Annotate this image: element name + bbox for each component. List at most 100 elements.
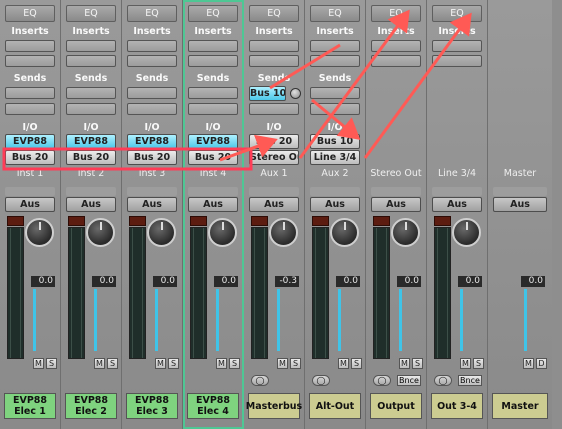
pan-knob[interactable] [452, 218, 481, 247]
send-slot[interactable] [5, 103, 55, 115]
mute-button[interactable]: M [399, 358, 410, 369]
group-slot[interactable] [66, 187, 116, 196]
dim-button[interactable]: D [536, 358, 547, 369]
send-slot[interactable] [127, 87, 177, 99]
stereo-link-icon[interactable]: ◯ [434, 375, 452, 386]
send-bus-button[interactable]: Bus 10 [249, 86, 286, 101]
insert-slot[interactable] [310, 40, 360, 52]
input-button[interactable]: Bus 20 [249, 134, 299, 149]
send-slot[interactable] [5, 87, 55, 99]
channel-name[interactable]: Master [492, 393, 548, 419]
volume-fader[interactable] [94, 289, 97, 351]
group-slot[interactable] [432, 187, 482, 196]
clip-indicator[interactable] [251, 216, 268, 226]
volume-fader[interactable] [33, 289, 36, 351]
volume-fader[interactable] [524, 289, 527, 351]
insert-slot[interactable] [249, 40, 299, 52]
group-slot[interactable] [371, 187, 421, 196]
volume-fader[interactable] [277, 289, 280, 351]
volume-display[interactable]: 0.0 [336, 276, 360, 287]
channel-name[interactable]: Alt-Out [309, 393, 361, 419]
pan-knob[interactable] [391, 218, 420, 247]
insert-slot[interactable] [432, 55, 482, 67]
send-slot[interactable] [310, 87, 360, 99]
solo-button[interactable]: S [412, 358, 423, 369]
automation-button[interactable]: Aus [371, 197, 421, 212]
volume-fader[interactable] [399, 289, 402, 351]
volume-display[interactable]: 0.0 [153, 276, 177, 287]
group-slot[interactable] [5, 187, 55, 196]
pan-knob[interactable] [269, 218, 298, 247]
insert-slot[interactable] [432, 40, 482, 52]
eq-button[interactable]: EQ [310, 5, 360, 22]
eq-button[interactable]: EQ [249, 5, 299, 22]
volume-fader[interactable] [338, 289, 341, 351]
automation-button[interactable]: Aus [432, 197, 482, 212]
send-slot[interactable] [249, 103, 299, 115]
mute-button[interactable]: M [33, 358, 44, 369]
group-slot[interactable] [310, 187, 360, 196]
automation-button[interactable]: Aus [310, 197, 360, 212]
automation-button[interactable]: Aus [188, 197, 238, 212]
volume-display[interactable]: 0.0 [214, 276, 238, 287]
eq-button[interactable]: EQ [188, 5, 238, 22]
output-button[interactable]: Bus 20 [66, 150, 116, 165]
automation-button[interactable]: Aus [66, 197, 116, 212]
group-slot[interactable] [493, 187, 547, 196]
input-button[interactable]: Bus 10 [310, 134, 360, 149]
volume-display[interactable]: 0.0 [397, 276, 421, 287]
stereo-link-icon[interactable]: ◯ [251, 375, 269, 386]
send-level-knob[interactable] [290, 88, 301, 99]
automation-button[interactable]: Aus [493, 197, 547, 212]
insert-slot[interactable] [188, 55, 238, 67]
clip-indicator[interactable] [434, 216, 451, 226]
bounce-button[interactable]: Bnce [397, 375, 421, 386]
insert-slot[interactable] [127, 40, 177, 52]
automation-button[interactable]: Aus [5, 197, 55, 212]
solo-button[interactable]: S [168, 358, 179, 369]
insert-slot[interactable] [371, 55, 421, 67]
insert-slot[interactable] [371, 40, 421, 52]
volume-display[interactable]: 0.0 [31, 276, 55, 287]
channel-name[interactable]: EVP88 Elec 3 [126, 393, 178, 419]
pan-knob[interactable] [208, 218, 237, 247]
eq-button[interactable]: EQ [432, 5, 482, 22]
solo-button[interactable]: S [473, 358, 484, 369]
pan-knob[interactable] [330, 218, 359, 247]
send-slot[interactable] [66, 87, 116, 99]
mute-button[interactable]: M [155, 358, 166, 369]
send-slot[interactable] [66, 103, 116, 115]
mute-button[interactable]: M [216, 358, 227, 369]
solo-button[interactable]: S [351, 358, 362, 369]
clip-indicator[interactable] [68, 216, 85, 226]
mute-button[interactable]: M [338, 358, 349, 369]
group-slot[interactable] [249, 187, 299, 196]
input-button[interactable]: EVP88 [5, 134, 55, 149]
clip-indicator[interactable] [373, 216, 390, 226]
clip-indicator[interactable] [312, 216, 329, 226]
mute-button[interactable]: M [460, 358, 471, 369]
output-button[interactable]: Line 3/4 [310, 150, 360, 165]
channel-name[interactable]: EVP88 Elec 1 [4, 393, 56, 419]
volume-display[interactable]: 0.0 [92, 276, 116, 287]
solo-button[interactable]: S [46, 358, 57, 369]
insert-slot[interactable] [66, 40, 116, 52]
volume-display[interactable]: -0.3 [275, 276, 299, 287]
channel-name[interactable]: Output [370, 393, 422, 419]
volume-fader[interactable] [216, 289, 219, 351]
insert-slot[interactable] [127, 55, 177, 67]
mute-button[interactable]: M [523, 358, 534, 369]
channel-name[interactable]: EVP88 Elec 2 [65, 393, 117, 419]
output-button[interactable]: Bus 20 [5, 150, 55, 165]
solo-button[interactable]: S [290, 358, 301, 369]
pan-knob[interactable] [147, 218, 176, 247]
volume-display[interactable]: 0.0 [521, 276, 545, 287]
send-slot[interactable] [188, 103, 238, 115]
channel-name[interactable]: Out 3-4 [431, 393, 483, 419]
solo-button[interactable]: S [229, 358, 240, 369]
input-button[interactable]: EVP88 [127, 134, 177, 149]
input-button[interactable]: EVP88 [66, 134, 116, 149]
send-slot[interactable] [127, 103, 177, 115]
volume-fader[interactable] [155, 289, 158, 351]
automation-button[interactable]: Aus [127, 197, 177, 212]
